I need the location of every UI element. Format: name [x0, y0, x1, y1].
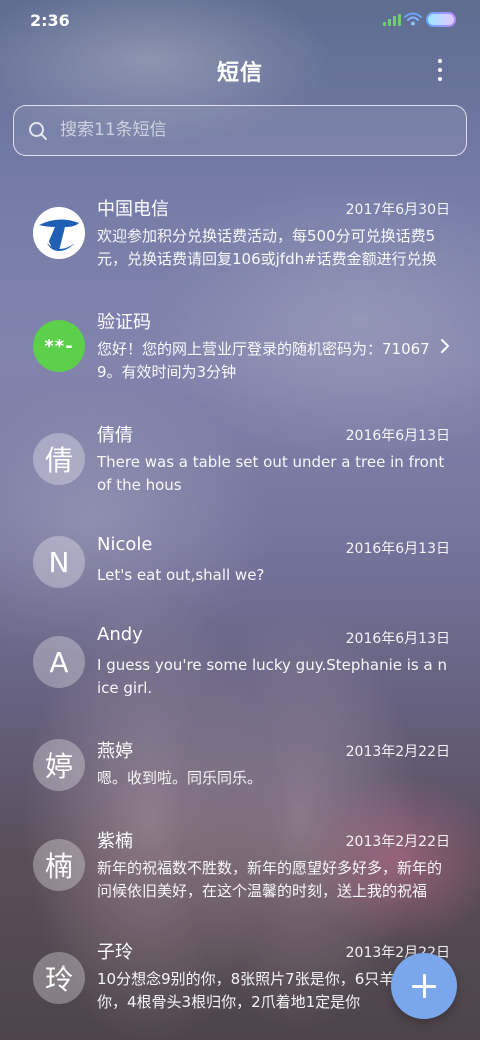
conversation-name: 中国电信 — [97, 199, 169, 220]
conversation-date: 2016年6月13日 — [345, 631, 450, 647]
conversation-date: 2016年6月13日 — [345, 541, 450, 557]
search-box[interactable] — [13, 105, 467, 156]
telecom-logo-icon — [33, 207, 85, 259]
conversation-name: 倩倩 — [97, 425, 133, 446]
status-bar: 2:36 — [0, 0, 480, 40]
conversation-name: 验证码 — [97, 312, 151, 333]
conversation-date: 2013年2月22日 — [345, 744, 450, 760]
conversation-preview: 您好！您的网上营业厅登录的随机密码为：710679。有效时间为3分钟 — [97, 340, 430, 381]
search-input[interactable] — [60, 106, 450, 154]
conversation-item[interactable]: 中国电信 2017年6月30日 欢迎参加积分兑换话费活动，每500分可兑换话费5… — [0, 185, 480, 295]
conversation-name: Nicole — [97, 534, 153, 555]
conversation-name: Andy — [97, 624, 143, 645]
avatar: 婷 — [33, 739, 85, 791]
app-header: 短信 — [0, 40, 480, 100]
conversation-name: 紫楠 — [97, 831, 133, 852]
status-time: 2:36 — [30, 11, 70, 30]
conversation-item[interactable]: 楠 紫楠 2013年2月22日 新年的祝福数不胜数，新年的愿望好多好多，新年的问… — [0, 817, 480, 927]
avatar: 楠 — [33, 839, 85, 891]
avatar: 玲 — [33, 952, 85, 1004]
conversation-preview: 新年的祝福数不胜数，新年的愿望好多好多，新年的问候依旧美好，在这个温馨的时刻，送… — [97, 859, 443, 900]
conversation-preview: 嗯。收到啦。同乐同乐。 — [97, 769, 263, 787]
avatar: N — [33, 536, 85, 588]
conversation-preview: I guess you're some lucky guy.Stephanie … — [97, 656, 447, 697]
search-icon — [29, 122, 47, 140]
signal-icon — [383, 14, 401, 26]
more-options-button[interactable] — [426, 55, 454, 85]
conversation-name: 燕婷 — [97, 741, 133, 762]
chevron-right-icon[interactable] — [438, 338, 452, 354]
avatar: 倩 — [33, 433, 85, 485]
battery-icon — [426, 12, 456, 27]
conversation-name: 子玲 — [97, 942, 133, 963]
wifi-icon — [404, 12, 422, 26]
conversation-date: 2016年6月13日 — [345, 428, 450, 444]
conversation-preview: Let's eat out,shall we? — [97, 566, 265, 584]
avatar — [33, 207, 85, 259]
conversation-item[interactable]: A Andy 2016年6月13日 I guess you're some lu… — [0, 614, 480, 724]
avatar: A — [33, 636, 85, 688]
conversation-item[interactable]: **- 验证码 您好！您的网上营业厅登录的随机密码为：710679。有效时间为3… — [0, 298, 480, 408]
more-vertical-icon — [438, 59, 442, 63]
page-title: 短信 — [216, 61, 263, 86]
conversation-preview: There was a table set out under a tree i… — [97, 453, 445, 494]
new-message-button[interactable] — [391, 953, 457, 1019]
conversation-preview: 欢迎参加积分兑换话费活动，每500分可兑换话费5元，兑换话费请回复106或jfd… — [97, 227, 437, 268]
avatar: **- — [33, 320, 85, 372]
conversation-item[interactable]: 倩 倩倩 2016年6月13日 There was a table set ou… — [0, 411, 480, 521]
conversation-date: 2013年2月22日 — [345, 834, 450, 850]
conversation-date: 2017年6月30日 — [345, 202, 450, 218]
